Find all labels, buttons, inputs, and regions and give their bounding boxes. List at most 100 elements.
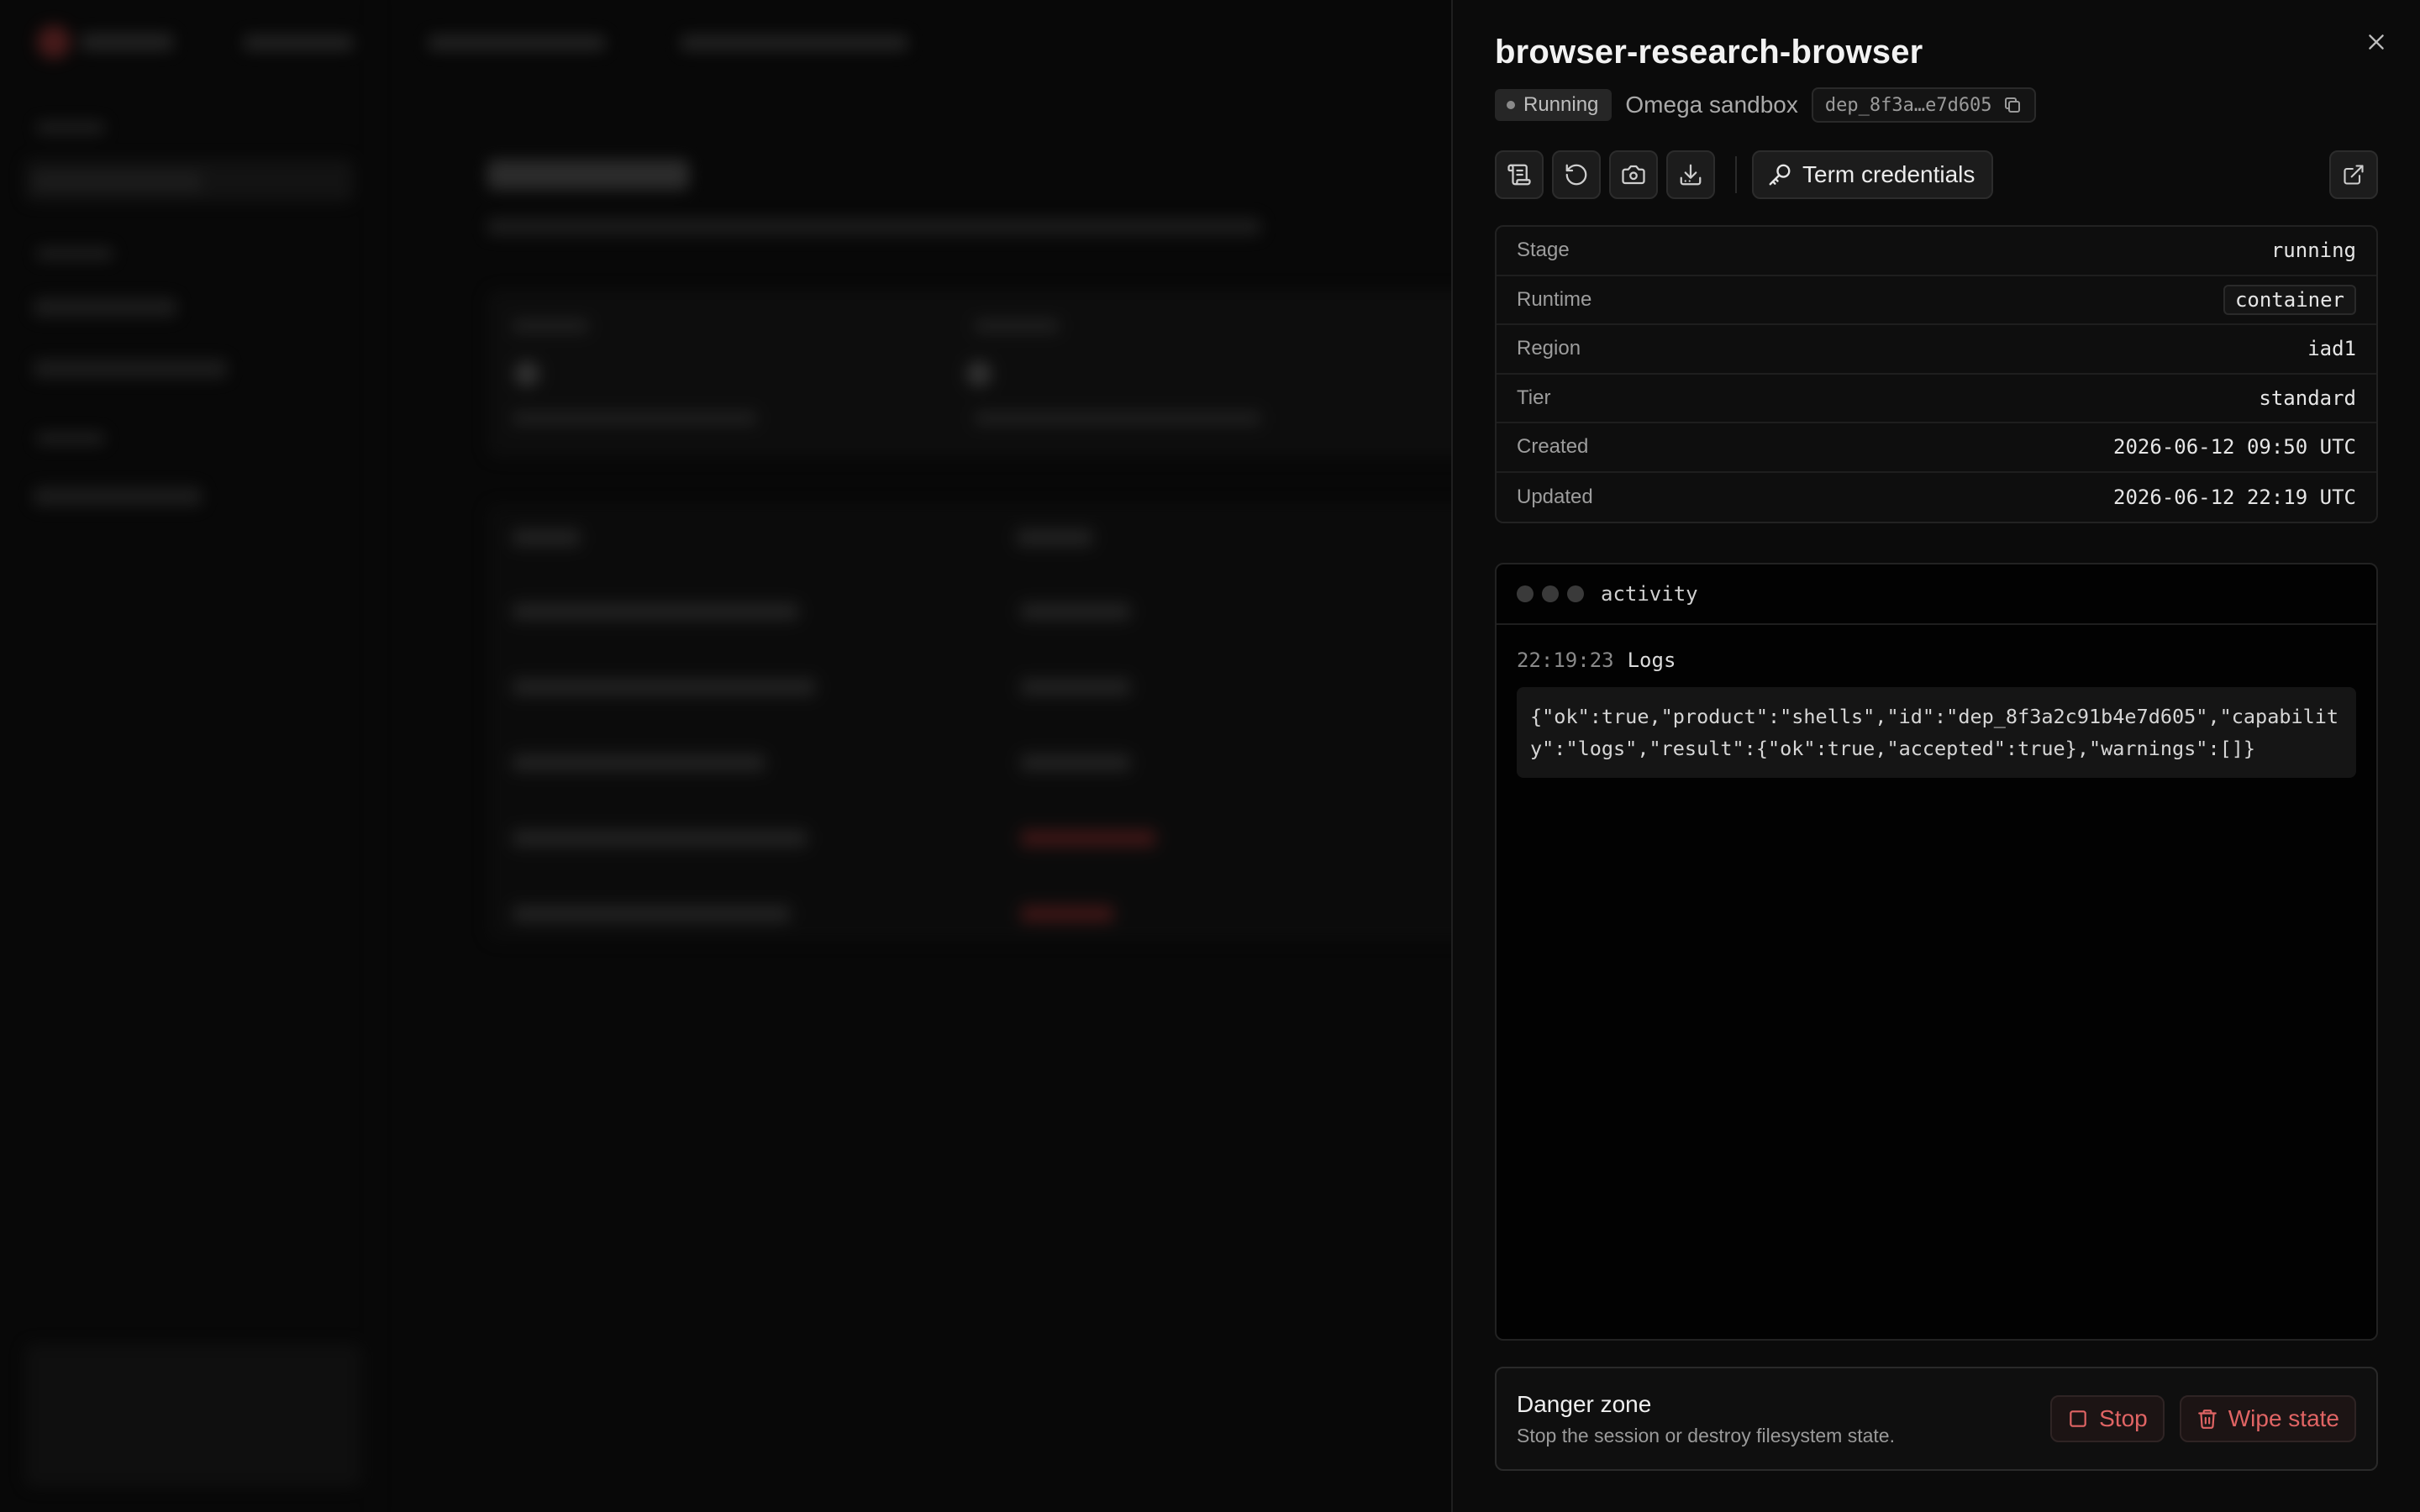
trash-icon	[2197, 1410, 2217, 1429]
property-value: iad1	[2307, 337, 2356, 361]
deployment-id-chip[interactable]: dep_8f3a…e7d605	[1811, 87, 2036, 123]
wipe-state-label: Wipe state	[2228, 1405, 2339, 1431]
restart-icon	[1565, 164, 1587, 186]
download-icon	[1680, 164, 1702, 186]
bg-table-cell	[1021, 603, 1130, 620]
logs-button[interactable]	[1495, 150, 1544, 199]
drawer-toolbar: Term credentials	[1495, 150, 2378, 200]
window-dot	[1542, 585, 1559, 602]
logs-icon	[1507, 164, 1531, 186]
bg-table	[487, 504, 1451, 941]
bg-table-cell	[1021, 830, 1155, 847]
log-timestamp: 22:19:23	[1517, 648, 1614, 672]
property-value: container	[2223, 284, 2356, 315]
bg-table-cell	[1021, 679, 1130, 696]
property-label: Runtime	[1517, 287, 1592, 311]
property-row-stage: Stage running	[1497, 227, 2376, 276]
bg-side-footer	[25, 1344, 361, 1487]
bg-card-dot	[514, 361, 539, 386]
copy-icon[interactable]	[2002, 95, 2023, 115]
stop-button[interactable]: Stop	[2050, 1395, 2165, 1442]
bg-table-cell	[513, 830, 807, 847]
bg-table-cell	[513, 754, 765, 771]
danger-zone-title: Danger zone	[1517, 1390, 1652, 1417]
status-badge: Running	[1495, 89, 1612, 121]
bg-side-item	[34, 360, 227, 378]
bg-nav-3	[681, 35, 908, 50]
bg-side-label	[37, 122, 104, 134]
wipe-state-button[interactable]: Wipe state	[2179, 1395, 2356, 1442]
bg-page-title	[487, 160, 689, 190]
danger-zone-text: Danger zone Stop the session or destroy …	[1517, 1391, 2035, 1447]
activity-panel[interactable]: activity 22:19:23 Logs {"ok":true,"produ…	[1495, 563, 2378, 1341]
property-value: 2026-06-12 22:19 UTC	[2113, 485, 2356, 509]
properties-table: Stage running Runtime container Region i…	[1495, 225, 2378, 523]
property-label: Region	[1517, 337, 1581, 360]
window-dot	[1517, 585, 1534, 602]
meta-row: Running Omega sandbox dep_8f3a…e7d605	[1495, 87, 2036, 123]
bg-divider	[375, 0, 376, 1512]
bg-nav-1	[244, 35, 353, 50]
open-external-button[interactable]	[2329, 150, 2378, 199]
bg-side-label	[37, 248, 113, 260]
property-label: Tier	[1517, 386, 1551, 409]
bg-table-cell	[513, 679, 815, 696]
property-row-created: Created 2026-06-12 09:50 UTC	[1497, 423, 2376, 473]
app-logo-text	[81, 34, 173, 50]
property-row-runtime: Runtime container	[1497, 276, 2376, 325]
bg-table-cell	[1021, 754, 1130, 771]
property-row-updated: Updated 2026-06-12 22:19 UTC	[1497, 473, 2376, 522]
term-credentials-button[interactable]: Term credentials	[1752, 150, 1994, 199]
screenshot-button[interactable]	[1609, 150, 1658, 199]
log-entry-body: {"ok":true,"product":"shells","id":"dep_…	[1517, 687, 2356, 778]
bg-table-header	[1017, 529, 1092, 546]
property-label: Created	[1517, 435, 1589, 459]
property-row-tier: Tier standard	[1497, 375, 2376, 423]
drawer-title: browser-research-browser	[1495, 34, 1923, 71]
activity-title: activity	[1601, 582, 1698, 606]
window-dot	[1567, 585, 1584, 602]
property-value: 2026-06-12 09:50 UTC	[2113, 435, 2356, 459]
term-credentials-label: Term credentials	[1802, 161, 1975, 187]
log-entry-header: 22:19:23 Logs	[1517, 648, 1676, 672]
external-link-icon	[2344, 165, 2364, 185]
bg-table-cell	[1021, 906, 1113, 922]
download-button[interactable]	[1666, 150, 1715, 199]
camera-icon	[1622, 165, 1645, 185]
close-button[interactable]	[2360, 25, 2393, 59]
stop-label: Stop	[2099, 1405, 2148, 1431]
bg-card-caption	[513, 412, 756, 425]
danger-zone-description: Stop the session or destroy filesystem s…	[1517, 1424, 1895, 1446]
property-label: Updated	[1517, 485, 1593, 508]
bg-table-cell	[513, 603, 798, 620]
danger-zone: Danger zone Stop the session or destroy …	[1495, 1367, 2378, 1471]
property-value: running	[2270, 239, 2356, 263]
bg-side-item	[34, 172, 202, 191]
property-label: Stage	[1517, 239, 1570, 262]
status-dot	[1507, 101, 1515, 109]
status-label: Running	[1523, 93, 1599, 116]
app-logo	[37, 25, 71, 59]
bg-side-item	[34, 487, 202, 506]
property-row-region: Region iad1	[1497, 325, 2376, 375]
bg-card-label	[975, 319, 1059, 333]
restart-button[interactable]	[1552, 150, 1601, 199]
log-kind: Logs	[1627, 648, 1676, 672]
bg-page-subtitle	[487, 218, 1260, 235]
bg-nav-2	[429, 35, 605, 50]
toolbar-separator	[1735, 156, 1737, 193]
bg-side-item	[34, 298, 176, 317]
bg-card-dot	[966, 361, 992, 386]
bg-card-caption	[975, 412, 1260, 425]
detail-drawer: browser-research-browser Running Omega s…	[1451, 0, 2420, 1512]
deployment-id: dep_8f3a…e7d605	[1824, 94, 1992, 116]
bg-card-label	[513, 319, 588, 333]
bg-table-header	[513, 529, 580, 546]
background-app	[0, 0, 1451, 1512]
property-value: standard	[2259, 386, 2356, 410]
close-icon	[2369, 34, 2384, 50]
background-app-blurred	[0, 0, 1451, 1512]
bg-table-cell	[513, 906, 790, 922]
stop-icon	[2070, 1410, 2086, 1427]
bg-side-label	[37, 433, 104, 444]
